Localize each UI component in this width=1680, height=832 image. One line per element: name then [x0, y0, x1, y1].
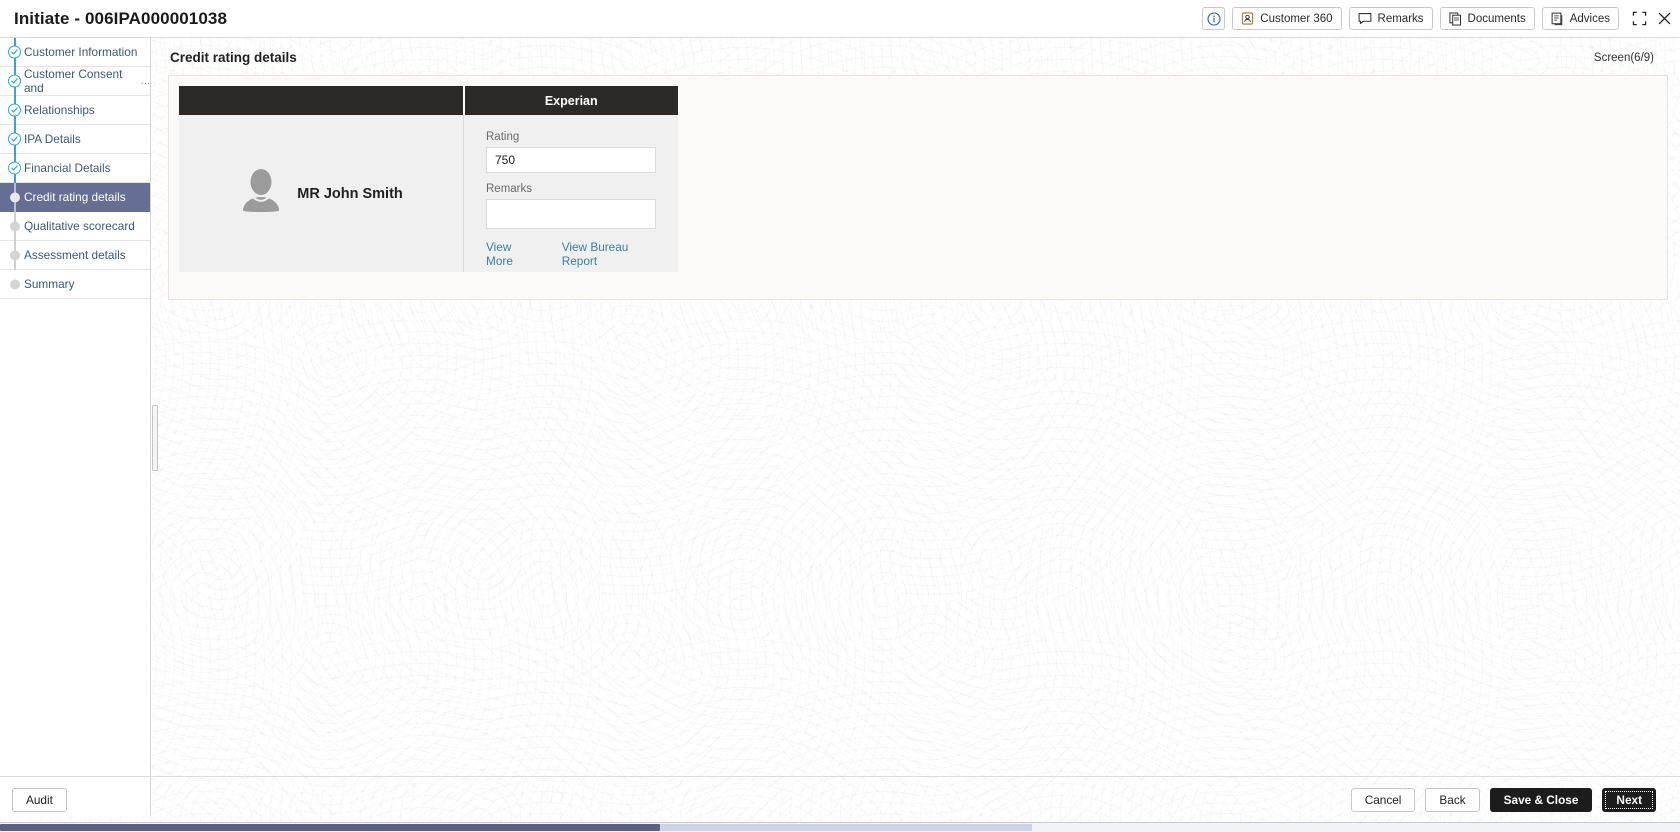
table-header-bureau: Experian	[463, 86, 678, 115]
sidebar-item-label: Financial Details	[24, 161, 111, 175]
sidebar-item-credit-rating-details[interactable]: Credit rating details	[0, 183, 150, 212]
documents-label: Documents	[1467, 12, 1526, 25]
horizontal-scrollbar[interactable]	[0, 822, 1680, 832]
pending-step-dot-icon	[8, 220, 21, 233]
sidebar-item-label: Customer Consent and	[24, 67, 123, 95]
advices-icon	[1551, 12, 1564, 26]
customer-360-button[interactable]: Customer 360	[1232, 7, 1342, 30]
sidebar-item-label: IPA Details	[24, 132, 81, 146]
screen-counter: Screen(6/9)	[1593, 51, 1654, 64]
footer-action-bar: Audit Cancel Back Save & Close Next	[0, 776, 1680, 822]
advices-label: Advices	[1569, 12, 1610, 25]
sidebar-item-relationships[interactable]: Relationships	[0, 96, 150, 125]
remarks-input[interactable]	[486, 199, 656, 229]
footer-right-actions: Cancel Back Save & Close Next	[1350, 787, 1656, 812]
application-window: Initiate - 006IPA000001038 Customer 360 …	[0, 0, 1680, 832]
customer-cell: MR John Smith	[179, 115, 464, 272]
content-area: Credit rating details Screen(6/9) Experi…	[152, 38, 1680, 816]
sidebar-item-customer-information[interactable]: Customer Information	[0, 38, 150, 67]
bureau-table: Experian MR John Smith Rating 750 Remark…	[179, 86, 678, 272]
customer-block: MR John Smith	[179, 166, 463, 221]
sidebar-item-assessment-details[interactable]: Assessment details	[0, 241, 150, 270]
remarks-label: Remarks	[486, 183, 533, 195]
active-step-dot-icon	[8, 191, 21, 204]
customer-name: MR John Smith	[297, 185, 403, 202]
window-controls	[1632, 11, 1672, 26]
sidebar-item-label: Customer Information	[24, 45, 138, 59]
remarks-button[interactable]: Remarks	[1348, 7, 1433, 30]
completed-check-icon	[8, 74, 21, 88]
table-row: MR John Smith Rating Remarks View More V…	[179, 115, 678, 272]
person-avatar-icon	[239, 166, 283, 221]
view-bureau-report-link[interactable]: View Bureau Report	[562, 240, 656, 268]
sidebar-item-summary[interactable]: Summary	[0, 270, 150, 299]
truncation-ellipsis: ...	[140, 75, 150, 87]
sidebar-item-label: Credit rating details	[24, 190, 126, 204]
remarks-label: Remarks	[1377, 12, 1424, 25]
documents-button[interactable]: Documents	[1439, 7, 1535, 30]
table-header-blank	[179, 86, 465, 115]
speech-bubble-icon	[1358, 12, 1372, 25]
completed-check-icon	[8, 45, 21, 59]
scrollbar-thumb[interactable]	[0, 824, 660, 831]
window-title: Initiate - 006IPA000001038	[14, 8, 228, 28]
rating-input[interactable]	[486, 147, 656, 173]
content-header: Credit rating details Screen(6/9)	[152, 38, 1680, 75]
close-icon[interactable]	[1657, 11, 1672, 26]
sidebar-item-label: Qualitative scorecard	[24, 219, 135, 233]
info-icon	[1207, 11, 1221, 26]
sidebar-item-customer-consent[interactable]: Customer Consent and ...	[0, 67, 150, 96]
cancel-button[interactable]: Cancel	[1350, 787, 1416, 812]
sidebar-item-qualitative-scorecard[interactable]: Qualitative scorecard	[0, 212, 150, 241]
info-button[interactable]	[1202, 7, 1226, 30]
credit-rating-panel: Experian MR John Smith Rating 750 Remark…	[168, 75, 1668, 300]
person-card-icon	[1241, 12, 1254, 25]
bureau-cell: Rating Remarks View More View Bureau Rep…	[463, 115, 678, 272]
sidebar-item-label: Assessment details	[24, 248, 126, 262]
sidebar-item-label: Summary	[24, 277, 75, 291]
pending-step-dot-icon	[8, 249, 21, 262]
stage-navigation-sidebar: Customer Information Customer Consent an…	[0, 38, 151, 816]
completed-check-icon	[8, 161, 21, 175]
next-button[interactable]: Next	[1602, 787, 1656, 812]
pending-step-dot-icon	[8, 278, 21, 291]
sidebar-item-label: Relationships	[24, 103, 95, 117]
title-bar-actions: Customer 360 Remarks Documents Advices	[1202, 7, 1672, 30]
audit-button[interactable]: Audit	[12, 787, 67, 812]
documents-icon	[1448, 11, 1462, 26]
back-button[interactable]: Back	[1425, 787, 1480, 812]
sidebar-item-financial-details[interactable]: Financial Details	[0, 154, 150, 183]
save-and-close-button[interactable]: Save & Close	[1489, 787, 1593, 812]
page-title: Credit rating details	[170, 50, 297, 65]
view-more-link[interactable]: View More	[486, 240, 536, 268]
rating-label: Rating	[486, 131, 520, 143]
customer-360-label: Customer 360	[1260, 12, 1333, 25]
table-header-row: Experian	[179, 86, 678, 115]
advices-button[interactable]: Advices	[1541, 7, 1619, 30]
completed-check-icon	[8, 132, 21, 146]
bureau-links: View More View Bureau Report	[486, 240, 656, 268]
title-bar: Initiate - 006IPA000001038 Customer 360 …	[0, 0, 1680, 38]
scrollbar-track[interactable]	[660, 824, 1032, 831]
sidebar-resize-handle[interactable]	[152, 405, 158, 471]
completed-check-icon	[8, 103, 21, 117]
collapse-arrows-icon[interactable]	[1632, 11, 1647, 26]
sidebar-item-ipa-details[interactable]: IPA Details	[0, 125, 150, 154]
